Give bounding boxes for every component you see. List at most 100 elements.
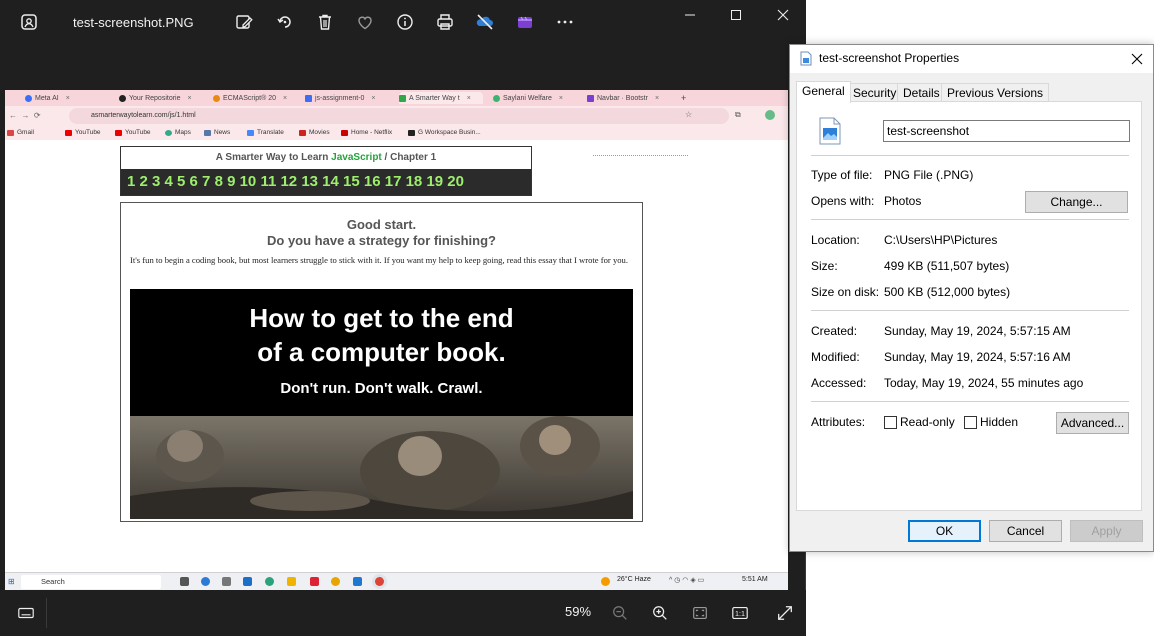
info-icon[interactable] xyxy=(394,11,416,33)
fullscreen-icon[interactable] xyxy=(774,602,796,624)
created-label: Created: xyxy=(811,324,858,338)
type-value: PNG File (.PNG) xyxy=(884,168,974,182)
clock: 5:51 AM xyxy=(742,576,768,583)
desktop: test-screenshot.PNG Meta AI × Your Repos… xyxy=(0,0,1154,636)
modified-value: Sunday, May 19, 2024, 5:57:16 AM xyxy=(884,350,1071,364)
general-panel: test-screenshot Type of file: PNG File (… xyxy=(796,101,1142,511)
bookmark-item: Movies xyxy=(299,129,330,136)
cancel-button[interactable]: Cancel xyxy=(989,520,1062,542)
maximize-button[interactable] xyxy=(721,4,751,26)
tab-security[interactable]: Security xyxy=(847,83,903,102)
modified-label: Modified: xyxy=(811,350,860,364)
hero-line-1: How to get to the end xyxy=(249,303,514,333)
close-window-button[interactable] xyxy=(768,4,798,26)
app-icon xyxy=(222,577,231,586)
svg-text:1:1: 1:1 xyxy=(735,609,745,618)
accessed-value: Today, May 19, 2024, 55 minutes ago xyxy=(884,376,1084,390)
created-value: Sunday, May 19, 2024, 5:57:15 AM xyxy=(884,324,1071,338)
card-heading: Good start. xyxy=(346,217,417,232)
read-only-label: Read-only xyxy=(900,415,955,429)
tab-details[interactable]: Details xyxy=(897,83,946,102)
bookmark-item: G Workspace Busin... xyxy=(408,129,481,136)
windows-start-icon: ⊞ xyxy=(8,577,15,586)
filename-input[interactable]: test-screenshot xyxy=(883,120,1130,142)
rotate-icon[interactable] xyxy=(274,11,296,33)
delete-icon[interactable] xyxy=(314,11,336,33)
edit-image-icon[interactable] xyxy=(233,11,255,33)
zoom-level: 59% xyxy=(565,604,592,619)
zoom-in-icon[interactable] xyxy=(649,602,671,624)
more-icon[interactable] xyxy=(554,11,576,33)
photos-app-window: test-screenshot.PNG Meta AI × Your Repos… xyxy=(0,0,806,636)
tray-icons: ^ ◷ ◠ ◈ ▭ xyxy=(669,577,705,584)
bookmark-item: Maps xyxy=(165,129,191,136)
divider xyxy=(811,401,1129,402)
photos-app-icon[interactable] xyxy=(19,12,39,32)
ok-button[interactable]: OK xyxy=(908,520,981,542)
size-label: Size: xyxy=(811,259,838,273)
accessed-label: Accessed: xyxy=(811,376,867,390)
chapter-nav: A Smarter Way to Learn JavaScript / Chap… xyxy=(120,146,532,196)
read-only-checkbox[interactable] xyxy=(884,416,897,429)
weather-icon xyxy=(601,577,610,586)
weather-text: 26°C Haze xyxy=(617,576,651,583)
crawling-people-photo xyxy=(130,416,633,519)
bookmarks-bar: Gmail YouTube YouTube Maps News Translat… xyxy=(5,126,788,140)
app-icon xyxy=(243,577,252,586)
advanced-button[interactable]: Advanced... xyxy=(1056,412,1129,434)
filmstrip-icon[interactable] xyxy=(15,602,37,624)
dialog-title: test-screenshot Properties xyxy=(819,51,960,65)
clipchamp-icon[interactable] xyxy=(514,11,536,33)
chapter-numbers: 1 2 3 4 5 6 7 8 9 10 11 12 13 14 15 16 1… xyxy=(121,169,531,195)
card-subheading: Do you have a strategy for finishing? xyxy=(267,233,496,248)
zoom-out-icon[interactable] xyxy=(609,602,631,624)
chrome-icon xyxy=(331,577,340,586)
dotted-divider xyxy=(593,155,688,156)
hidden-checkbox[interactable] xyxy=(964,416,977,429)
hidden-label: Hidden xyxy=(980,415,1019,429)
file-explorer-icon xyxy=(287,577,296,586)
taskbar-search: Search xyxy=(21,575,161,589)
attributes-label: Attributes: xyxy=(811,415,866,429)
bookmark-item: YouTube xyxy=(65,129,101,136)
hero-banner: How to get to the end of a computer book… xyxy=(130,289,633,519)
bookmark-item: Home - Netflix xyxy=(341,129,392,136)
dialog-close-button[interactable] xyxy=(1126,48,1148,70)
hero-line-2: of a computer book. xyxy=(257,337,506,367)
browser-tab: Saylani Welfare × xyxy=(493,92,577,104)
image-viewport[interactable]: Meta AI × Your Repositorie × ECMAScript® 2… xyxy=(5,44,805,590)
actual-size-icon[interactable]: 1:1 xyxy=(729,602,751,624)
tab-general[interactable]: General xyxy=(796,81,851,103)
card-paragraph: It's fun to begin a coding book, but mos… xyxy=(130,255,628,265)
opens-with-label: Opens with: xyxy=(811,194,875,208)
bookmark-item: News xyxy=(204,129,230,136)
browser-tab-strip: Meta AI × Your Repositorie × ECMAScript® 2… xyxy=(5,90,788,106)
print-icon[interactable] xyxy=(434,11,456,33)
apply-button[interactable]: Apply xyxy=(1070,520,1143,542)
minimize-button[interactable] xyxy=(675,4,705,26)
browser-tab: Meta AI × xyxy=(25,92,109,104)
taskview-icon xyxy=(180,577,189,586)
embedded-taskbar: ⊞ Search 26°C Haze ^ ◷ ◠ ◈ ▭ 5:51 AM xyxy=(5,572,788,590)
location-label: Location: xyxy=(811,233,860,247)
browser-tab: ECMAScript® 20 × xyxy=(213,92,297,104)
file-doc-icon xyxy=(800,51,812,66)
strategy-card: Good start. Do you have a strategy for f… xyxy=(120,202,643,522)
brave-icon xyxy=(310,577,319,586)
tab-previous-versions[interactable]: Previous Versions xyxy=(941,83,1050,102)
extensions-icon: ⧉ xyxy=(735,110,741,119)
fit-to-window-icon[interactable] xyxy=(689,602,711,624)
bookmark-item: YouTube xyxy=(115,129,151,136)
favorite-icon[interactable] xyxy=(354,11,376,33)
hero-line-3: Don't run. Don't walk. Crawl. xyxy=(280,380,483,397)
photos-title-bar: test-screenshot.PNG xyxy=(0,0,806,44)
divider xyxy=(811,219,1129,220)
browser-tab: Navbar · Bootstr × xyxy=(587,92,675,104)
change-button[interactable]: Change... xyxy=(1025,191,1128,213)
browser-tab: Your Repositorie × xyxy=(119,92,203,104)
chrome-active-icon xyxy=(375,577,384,586)
photos-bottom-bar: 59% 1:1 xyxy=(0,590,806,636)
bookmark-item: Translate xyxy=(247,129,284,136)
onedrive-icon[interactable] xyxy=(474,11,496,33)
browser-address-bar: ← → ⟳ asmarterwaytolearn.com/js/1.html ☆… xyxy=(5,106,788,126)
